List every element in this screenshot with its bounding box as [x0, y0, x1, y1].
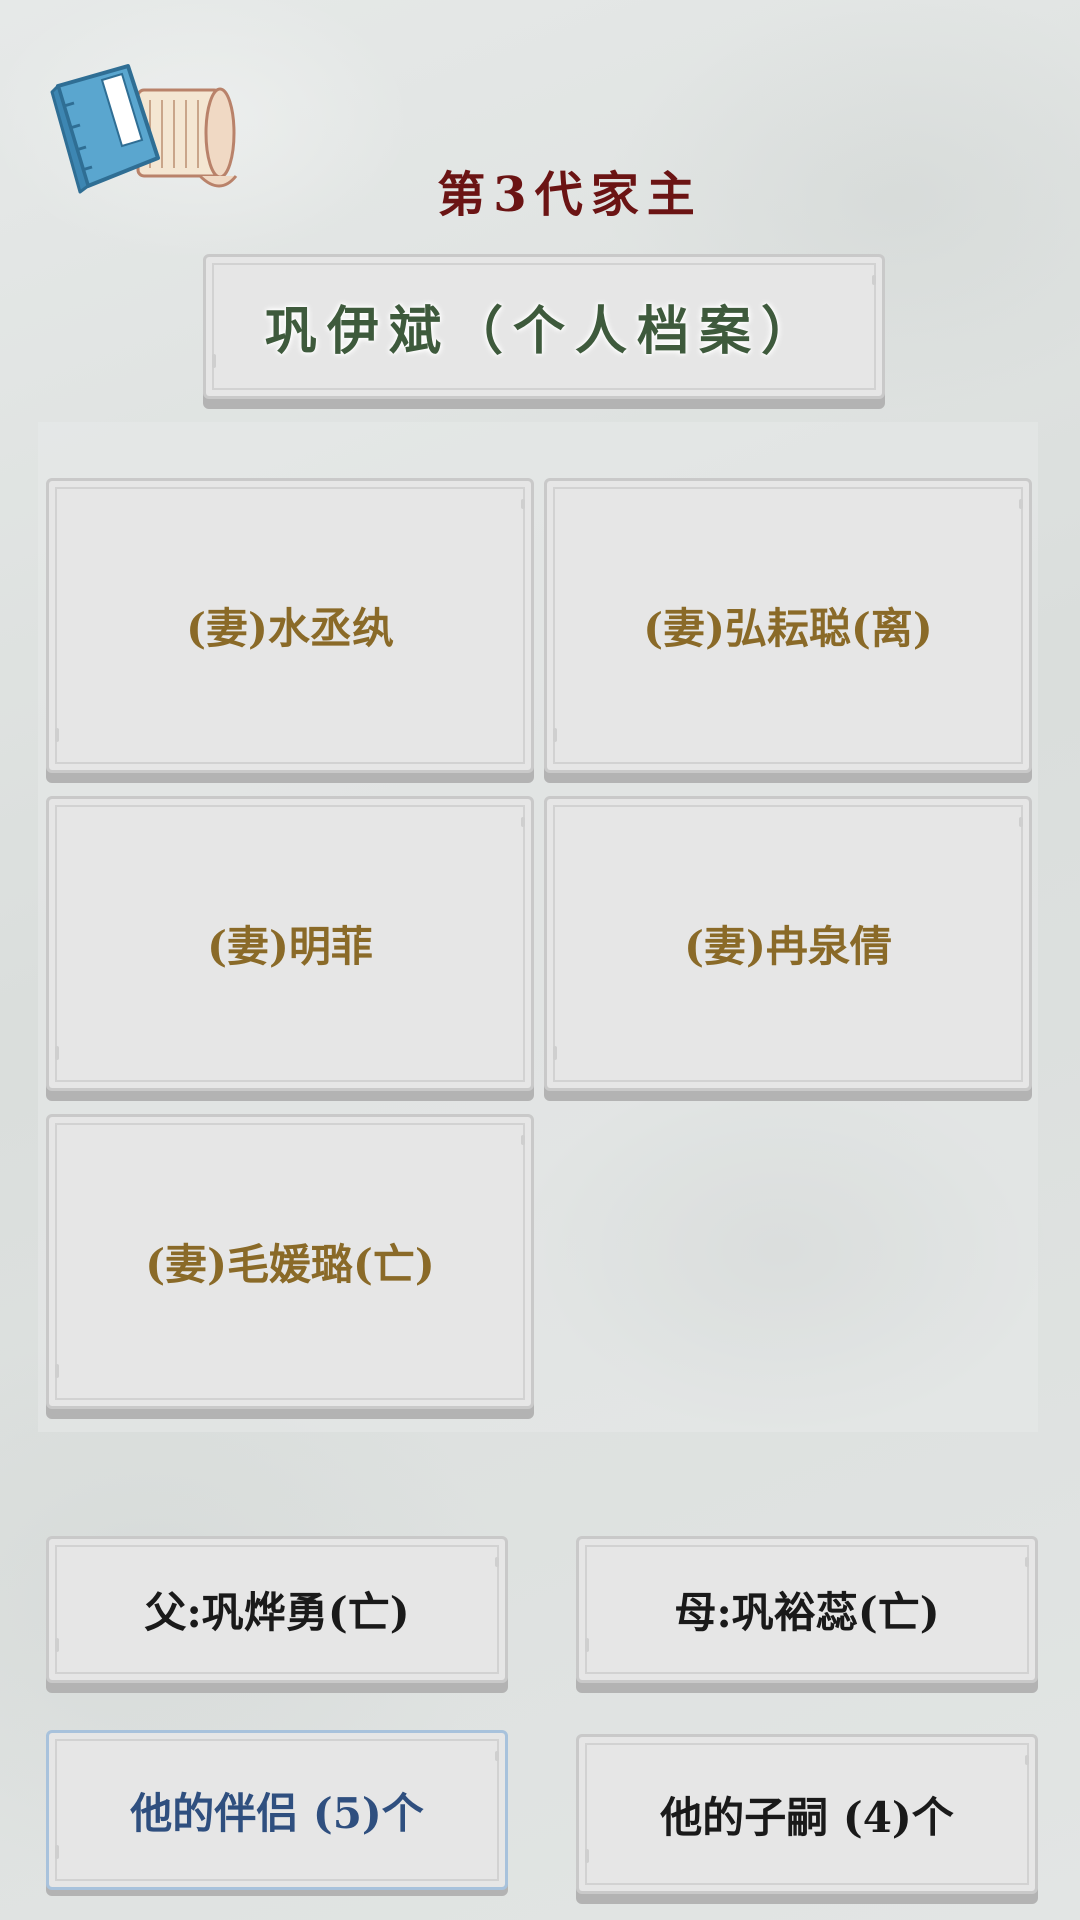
spouse-card[interactable]: (妻)冉泉倩	[544, 796, 1032, 1091]
children-label: 他的子嗣 (4)个	[660, 1792, 954, 1842]
spouse-card[interactable]: (妻)明菲	[46, 796, 534, 1091]
spouse-card[interactable]: (妻)弘耘聪(离)	[544, 478, 1032, 773]
spouse-label: (妻)明菲	[207, 922, 373, 971]
father-button[interactable]: 父:巩烨勇(亡)	[46, 1536, 508, 1683]
spouse-label: (妻)冉泉倩	[684, 922, 892, 971]
father-label: 父:巩烨勇(亡)	[144, 1588, 410, 1637]
mother-label: 母:巩裕蕊(亡)	[674, 1588, 940, 1637]
partners-tab[interactable]: 他的伴侣 (5)个	[46, 1730, 508, 1890]
spouse-label: (妻)水丞纨	[186, 604, 394, 653]
mother-button[interactable]: 母:巩裕蕊(亡)	[576, 1536, 1038, 1683]
profile-title: 巩伊斌（个人档案）	[264, 301, 823, 362]
partners-label: 他的伴侣 (5)个	[130, 1788, 424, 1838]
spouse-card[interactable]: (妻)水丞纨	[46, 478, 534, 773]
profile-banner: 巩伊斌（个人档案）	[203, 254, 885, 399]
spouse-label: (妻)毛媛璐(亡)	[145, 1240, 435, 1289]
generation-title: 第3代家主	[437, 167, 703, 223]
children-tab[interactable]: 他的子嗣 (4)个	[576, 1734, 1038, 1894]
spouse-label: (妻)弘耘聪(离)	[643, 604, 933, 653]
spouse-card[interactable]: (妻)毛媛璐(亡)	[46, 1114, 534, 1409]
book-scroll-icon[interactable]	[50, 58, 240, 208]
